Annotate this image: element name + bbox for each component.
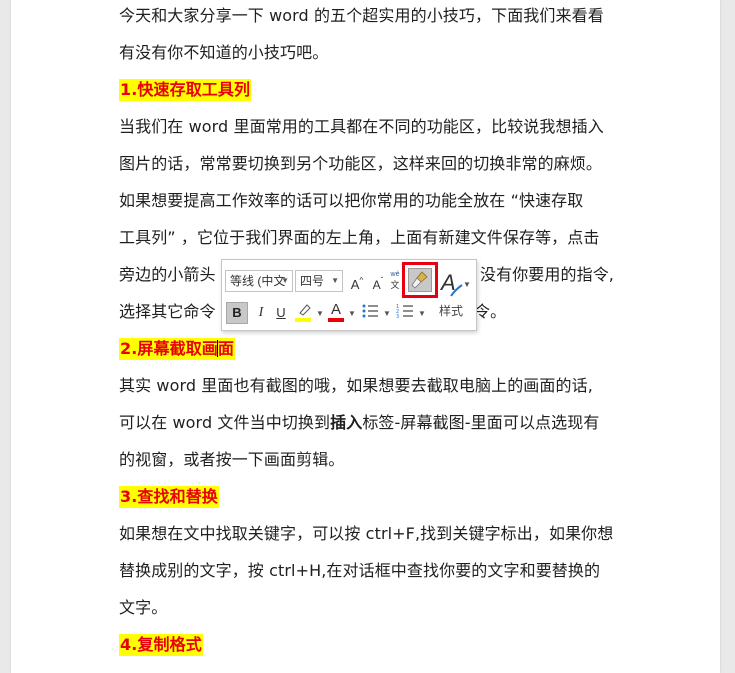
chevron-down-icon: ▼ [463,280,471,289]
section-1-heading-row: 1.快速存取工具列 [119,71,616,108]
section-2-heading-part-b: 面 [217,339,235,358]
chevron-down-icon[interactable]: ▼ [418,309,426,318]
section-1-line-4: 工具列” ，它位于我们界面的左上角，上面有新建文件保存等，点击 [119,228,600,247]
section-1-line-3: 如果想要提高工作效率的话可以把你常用的功能全放在 “快速存取 [119,191,584,210]
intro-line-2: 有没有你不知道的小技巧吧。 [119,43,329,62]
numbered-list-icon: 1 2 3 [396,304,413,320]
highlighter-icon [299,304,311,316]
grow-font-button[interactable]: A^ [348,271,366,292]
font-name-combo[interactable]: 等线 (中文 ▼ [225,270,293,292]
shrink-font-button[interactable]: Aˇ [369,271,387,292]
chevron-down-icon[interactable]: ▼ [316,309,324,318]
section-1-line-5-right: 没有你要用的指令, [480,265,614,284]
document-body[interactable]: 今天和大家分享一下 word 的五个超实用的小技巧，下面我们来看看 有没有你不知… [119,0,616,663]
font-color-letter: A [330,301,341,318]
section-2-heading-part-a: 2.屏幕截取画 [120,339,218,358]
highlight-button[interactable] [294,303,314,323]
section-2-insert-bold: 插入 [330,413,363,432]
phonetic-guide-icon[interactable]: wé 文 [389,270,401,292]
section-1-line-2: 图片的话，常常要切换到另个功能区，这样来回的切换非常的麻烦。 [119,154,603,173]
chevron-down-icon[interactable]: ▼ [383,309,391,318]
styles-label: 样式 [439,304,464,318]
font-size-value: 四号 [300,274,325,288]
section-1-line-1: 当我们在 word 里面常用的工具都在不同的功能区，比较说我想插入 [119,117,604,136]
section-4-heading-row: 4.复制格式 [119,626,616,663]
section-3-heading-row: 3.查找和替换 [119,478,616,515]
mini-toolbar: 等线 (中文 ▼ 四号 ▼ A^ Aˇ wé 文 A ▼ B I U ▼ A ▼… [221,259,477,331]
font-color-button[interactable]: A [327,301,345,323]
chevron-down-icon: ▼ [331,276,339,285]
section-2-heading: 2.屏幕截取画面 [119,338,236,360]
font-size-combo[interactable]: 四号 ▼ [295,270,343,292]
section-3-heading: 3.查找和替换 [119,486,219,508]
bullet-list-icon [362,304,378,318]
section-2-line-3: 的视窗，或者按一下画面剪辑。 [119,450,345,469]
bullets-button[interactable] [360,303,380,323]
font-color-bar [328,318,344,322]
section-1-line-6-left: 选择其它命令 [119,302,216,321]
section-3-line-1: 如果想在文中找取关键字，可以按 ctrl+F,找到关键字标出，如果你想 [119,524,614,543]
section-3-line-2: 替换成别的文字，按 ctrl+H,在对话框中查找你要的文字和要替换的 [119,561,601,580]
section-4-heading: 4.复制格式 [119,634,203,656]
section-2-line-1: 其实 word 里面也有截图的哦，如果想要去截取电脑上的画面的话, [119,376,593,395]
chevron-down-icon[interactable]: ▼ [348,309,356,318]
paintbrush-icon [411,271,428,289]
section-1-line-6-right: 令。 [474,302,507,321]
font-name-value: 等线 (中文 [230,274,286,288]
section-1-line-5-left: 旁边的小箭头 [119,265,216,284]
highlight-color-bar [295,318,311,322]
section-2-line-2-a: 可以在 word 文件当中切换到 [119,413,331,432]
intro-line-1: 今天和大家分享一下 word 的五个超实用的小技巧，下面我们来看看 [119,6,604,25]
italic-button[interactable]: I [252,303,270,323]
section-2-line-2: 可以在 word 文件当中切换到插入标签-屏幕截图-里面可以点选现有 [119,404,616,441]
underline-button[interactable]: U [272,303,290,323]
bold-button[interactable]: B [226,302,248,324]
shrink-font-icon: A [372,278,381,292]
svg-text:3: 3 [396,314,399,319]
section-3-line-3: 文字。 [119,598,168,617]
section-2-heading-row: 2.屏幕截取画面 [119,330,616,367]
section-1-heading: 1.快速存取工具列 [119,79,252,101]
section-2-line-2-b: 标签-屏幕截图-里面可以点选现有 [362,413,600,432]
chevron-down-icon: ▼ [281,276,289,285]
format-painter-button[interactable] [402,262,438,298]
styles-button[interactable]: A ▼ [441,268,471,298]
format-painter-highlight [408,268,432,292]
numbering-button[interactable]: 1 2 3 [395,303,415,323]
